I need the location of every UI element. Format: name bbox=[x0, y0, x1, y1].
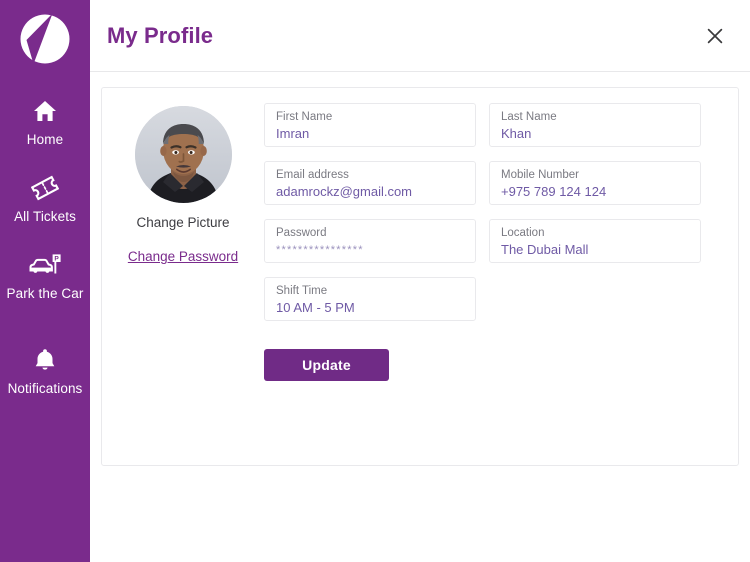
avatar[interactable] bbox=[134, 106, 232, 203]
form-actions: Update bbox=[264, 349, 709, 381]
sidebar-item-label: Park the Car bbox=[6, 286, 84, 301]
content-area: Change Picture Change Password First Nam… bbox=[90, 72, 750, 466]
field-label: Email address bbox=[276, 169, 349, 181]
sidebar-item-park-the-car[interactable]: P Park the Car bbox=[0, 246, 90, 323]
field-value: adamrockz@gmail.com bbox=[276, 184, 413, 199]
field-label: First Name bbox=[276, 111, 333, 123]
circle-v-logo-icon bbox=[19, 13, 71, 70]
field-location[interactable]: Location The Dubai Mall bbox=[489, 219, 701, 263]
field-value: +975 789 124 124 bbox=[501, 184, 607, 199]
field-shift-time[interactable]: Shift Time 10 AM - 5 PM bbox=[264, 277, 476, 321]
app-logo[interactable] bbox=[16, 12, 74, 70]
field-password[interactable]: Password **************** bbox=[264, 219, 476, 263]
field-value: Imran bbox=[276, 126, 310, 141]
home-icon bbox=[32, 96, 58, 126]
field-label: Location bbox=[501, 227, 545, 239]
profile-picture-section: Change Picture Change Password bbox=[102, 103, 264, 465]
bell-icon bbox=[33, 345, 57, 375]
form-fields-grid: First Name Imran Last Name Khan Email ad… bbox=[264, 103, 709, 321]
sidebar-item-all-tickets[interactable]: All Tickets bbox=[0, 169, 90, 246]
field-label: Shift Time bbox=[276, 285, 328, 297]
field-email-address[interactable]: Email address adamrockz@gmail.com bbox=[264, 161, 476, 205]
svg-text:P: P bbox=[54, 256, 59, 263]
update-button[interactable]: Update bbox=[264, 349, 389, 381]
field-label: Mobile Number bbox=[501, 169, 579, 181]
ticket-icon bbox=[31, 173, 59, 203]
field-last-name[interactable]: Last Name Khan bbox=[489, 103, 701, 147]
field-value: 10 AM - 5 PM bbox=[276, 300, 355, 315]
sidebar-item-label: All Tickets bbox=[14, 209, 76, 224]
profile-card: Change Picture Change Password First Nam… bbox=[101, 87, 739, 466]
app-window: Home All Tickets P Park the Car Notifica… bbox=[0, 0, 750, 562]
field-label: Password bbox=[276, 227, 327, 239]
sidebar: Home All Tickets P Park the Car Notifica… bbox=[0, 0, 90, 562]
page-title: My Profile bbox=[107, 22, 214, 48]
field-value: **************** bbox=[276, 244, 364, 256]
sidebar-item-label: Home bbox=[26, 132, 64, 147]
change-password-link[interactable]: Change Password bbox=[128, 249, 238, 264]
sidebar-item-notifications[interactable]: Notifications bbox=[0, 341, 90, 418]
field-mobile-number[interactable]: Mobile Number +975 789 124 124 bbox=[489, 161, 701, 205]
car-parking-icon: P bbox=[28, 250, 62, 280]
field-value: The Dubai Mall bbox=[501, 242, 589, 257]
sidebar-item-home[interactable]: Home bbox=[0, 92, 90, 169]
field-first-name[interactable]: First Name Imran bbox=[264, 103, 476, 147]
main-area: My Profile Change Picture Change Passwor… bbox=[90, 0, 750, 562]
sidebar-item-label: Notifications bbox=[7, 381, 83, 396]
field-label: Last Name bbox=[501, 111, 557, 123]
change-picture-button[interactable]: Change Picture bbox=[136, 215, 229, 230]
profile-form: First Name Imran Last Name Khan Email ad… bbox=[264, 103, 738, 465]
close-icon[interactable] bbox=[702, 23, 728, 49]
page-header: My Profile bbox=[90, 0, 750, 72]
field-value: Khan bbox=[501, 126, 532, 141]
sidebar-nav: Home All Tickets P Park the Car Notifica… bbox=[0, 92, 90, 418]
